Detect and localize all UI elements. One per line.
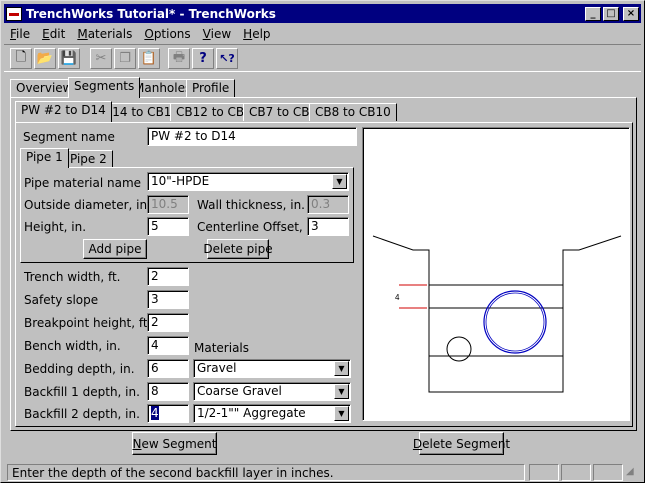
menu-file[interactable]: File (4, 27, 36, 41)
dimension-lines (399, 284, 427, 309)
wall-thickness-label: Wall thickness, in. (197, 198, 305, 212)
outside-diameter-label: Outside diameter, in. (24, 198, 151, 212)
paste-icon[interactable]: 📋 (138, 48, 160, 69)
backfill2-material-select[interactable]: 1/2-1"" Aggregate ▼ (193, 404, 351, 423)
pipe-material-select[interactable]: 10"-HPDE ▼ (147, 172, 349, 191)
resize-grip-icon[interactable]: ◢ (626, 466, 634, 477)
chevron-down-icon[interactable]: ▼ (332, 174, 347, 189)
backfill1-material-value: Coarse Gravel (197, 384, 282, 398)
title-bar[interactable]: TrenchWorks Tutorial* - TrenchWorks _ □ … (4, 4, 641, 23)
pipe-material-label: Pipe material name (24, 176, 142, 190)
menu-bar: File Edit Materials Options View Help (4, 25, 277, 43)
menu-edit[interactable]: Edit (36, 27, 71, 41)
print-icon[interactable]: 🖶 (168, 48, 190, 69)
backfill1-depth-label: Backfill 1 depth, in. (24, 385, 140, 399)
trench-cross-section: 4 (372, 235, 622, 393)
window-title: TrenchWorks Tutorial* - TrenchWorks (26, 6, 276, 21)
segment-name-input[interactable]: PW #2 to D14 (147, 127, 357, 146)
status-bar: Enter the depth of the second backfill l… (4, 463, 641, 481)
bedding-depth-label: Bedding depth, in. (24, 362, 135, 376)
app-window: TrenchWorks Tutorial* - TrenchWorks _ □ … (0, 0, 645, 483)
breakpoint-height-input[interactable]: 2 (147, 313, 189, 332)
open-folder-icon[interactable]: 📂 (34, 48, 56, 69)
tab-profile[interactable]: Profile (186, 79, 236, 97)
chevron-down-icon[interactable]: ▼ (334, 361, 349, 376)
height-label: Height, in. (24, 220, 87, 234)
segment-name-label: Segment name (23, 130, 115, 144)
maximize-button[interactable]: □ (603, 6, 619, 21)
pipe-1-circle (483, 290, 547, 354)
wall-thickness-input: 0.3 (307, 195, 349, 214)
new-file-icon[interactable]: 🗋 (10, 48, 32, 69)
tab-pipe-1[interactable]: Pipe 1 (20, 148, 69, 168)
breakpoint-height-label: Breakpoint height, ft. (24, 316, 152, 330)
pipe-material-value: 10"-HPDE (151, 174, 210, 188)
outside-diameter-input: 10.5 (147, 195, 189, 214)
safety-slope-input[interactable]: 3 (147, 290, 189, 309)
help-icon[interactable]: ? (192, 48, 214, 69)
backfill2-depth-label: Backfill 2 depth, in. (24, 407, 140, 421)
trench-width-input[interactable]: 2 (147, 267, 189, 286)
tab-pipe-2[interactable]: Pipe 2 (64, 150, 113, 167)
toolbar: 🗋 📂 💾 ✂ ❐ 📋 🖶 ? ↖? (4, 44, 641, 72)
pipe-1-inner-circle (485, 292, 545, 352)
centerline-offset-input[interactable]: 3 (307, 217, 349, 236)
safety-slope-label: Safety slope (24, 293, 99, 307)
delete-segment-button[interactable]: Delete Segment (413, 432, 510, 455)
copy-icon[interactable]: ❐ (114, 48, 136, 69)
trench-outline (372, 235, 622, 393)
backfill2-material-value: 1/2-1"" Aggregate (197, 406, 306, 420)
status-cell-3 (593, 464, 623, 481)
app-icon[interactable] (6, 6, 22, 21)
close-button[interactable]: × (623, 6, 639, 21)
context-help-icon[interactable]: ↖? (216, 48, 238, 69)
new-segment-button[interactable]: New Segment (132, 432, 217, 455)
backfill2-depth-input[interactable]: 4 (147, 404, 189, 423)
status-cell-2 (561, 464, 591, 481)
bedding-material-select[interactable]: Gravel ▼ (193, 359, 351, 378)
pipe-2-circle (446, 336, 472, 362)
minimize-button[interactable]: _ (585, 6, 601, 21)
backfill2-depth-value: 4 (151, 406, 159, 420)
save-icon[interactable]: 💾 (58, 48, 80, 69)
menu-options[interactable]: Options (138, 27, 196, 41)
trench-preview: 4 (362, 127, 630, 421)
menu-materials[interactable]: Materials (71, 27, 138, 41)
bench-width-label: Bench width, in. (24, 339, 121, 353)
dimension-label: 4 (395, 293, 400, 302)
bench-width-input[interactable]: 4 (147, 336, 189, 355)
centerline-offset-label: Centerline Offset, in. (197, 220, 322, 234)
add-pipe-button[interactable]: Add pipe (83, 239, 147, 259)
cut-icon[interactable]: ✂ (90, 48, 112, 69)
menu-help[interactable]: Help (237, 27, 276, 41)
status-message: Enter the depth of the second backfill l… (7, 464, 525, 481)
backfill1-material-select[interactable]: Coarse Gravel ▼ (193, 382, 351, 401)
chevron-down-icon[interactable]: ▼ (334, 406, 349, 421)
chevron-down-icon[interactable]: ▼ (334, 384, 349, 399)
tab-segment-pw2-d14[interactable]: PW #2 to D14 (15, 101, 112, 122)
materials-label: Materials (194, 341, 250, 355)
height-input[interactable]: 5 (147, 217, 189, 236)
status-cell-1 (529, 464, 559, 481)
menu-view[interactable]: View (197, 27, 237, 41)
bedding-depth-input[interactable]: 6 (147, 359, 189, 378)
tab-segments[interactable]: Segments (68, 77, 141, 98)
trench-width-label: Trench width, ft. (24, 270, 121, 284)
bedding-material-value: Gravel (197, 361, 237, 375)
tab-segment-cb8-cb10[interactable]: CB8 to CB10 (309, 103, 397, 121)
delete-pipe-button[interactable]: Delete pipe (203, 239, 273, 259)
backfill1-depth-input[interactable]: 8 (147, 382, 189, 401)
